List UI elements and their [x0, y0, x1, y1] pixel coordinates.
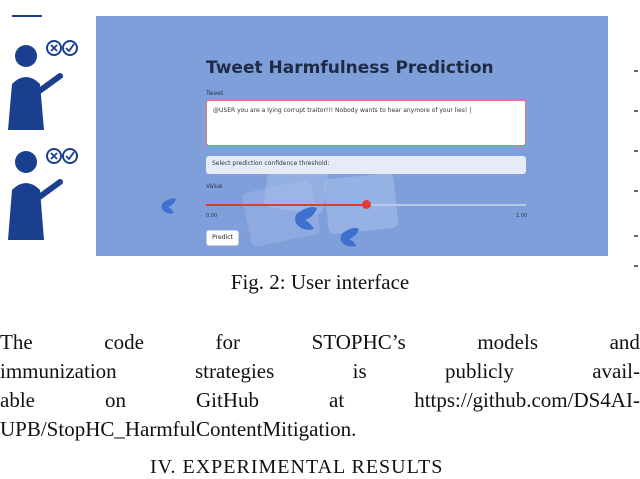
paragraph-line: The code for STOPHC’s models and — [0, 328, 640, 357]
paragraph-line: able on GitHub at https://github.com/DS4… — [0, 386, 640, 415]
word: strategies — [195, 359, 275, 383]
figure-illustration-strip — [0, 0, 86, 258]
app-window: Tweet Harmfulness Prediction Tweet @USER… — [96, 16, 608, 256]
word: models — [477, 330, 539, 354]
word: STOPHC’s — [311, 330, 406, 354]
check-icon — [62, 40, 78, 56]
threshold-slider[interactable] — [206, 200, 526, 209]
word: immunization — [0, 359, 117, 383]
threshold-select[interactable]: Select prediction confidence threshold: — [206, 156, 526, 174]
word: on — [105, 388, 126, 412]
tweet-label: Tweet — [206, 90, 224, 97]
word: GitHub — [196, 388, 260, 412]
page-title: Tweet Harmfulness Prediction — [206, 58, 494, 78]
word: is — [352, 359, 367, 383]
body-paragraph: The code for STOPHC’s models and immuniz… — [0, 328, 640, 444]
word: at — [329, 388, 345, 412]
word: The — [0, 330, 33, 354]
slider-label: Value — [206, 183, 223, 190]
word: for — [215, 330, 241, 354]
slider-min-label: 0.00 — [206, 213, 218, 219]
margin-marks — [630, 0, 640, 469]
paragraph-line: UPB/StopHC_HarmfulContentMitigation. — [0, 415, 640, 444]
tweet-input[interactable]: @USER you are a lying corrupt traitor!!!… — [206, 100, 526, 146]
link[interactable]: UPB/StopHC_HarmfulContentMitigation. — [0, 415, 356, 444]
word: publicly — [445, 359, 514, 383]
word: code — [104, 330, 144, 354]
paragraph-line: immunization strategies is publicly avai… — [0, 357, 640, 386]
person-icon — [0, 32, 86, 132]
slider-max-label: 1.00 — [516, 213, 528, 219]
link[interactable]: https://github.com/DS4AI- — [414, 386, 640, 415]
check-icon — [62, 148, 78, 164]
slider-thumb[interactable] — [362, 200, 371, 209]
predict-button[interactable]: Predict — [206, 230, 239, 246]
slider-fill — [206, 204, 366, 206]
figure-caption: Fig. 2: User interface — [230, 270, 410, 294]
person-icon — [0, 142, 86, 242]
word: able — [0, 388, 35, 412]
section-heading: IV. EXPERIMENTAL RESULTS — [150, 456, 444, 478]
